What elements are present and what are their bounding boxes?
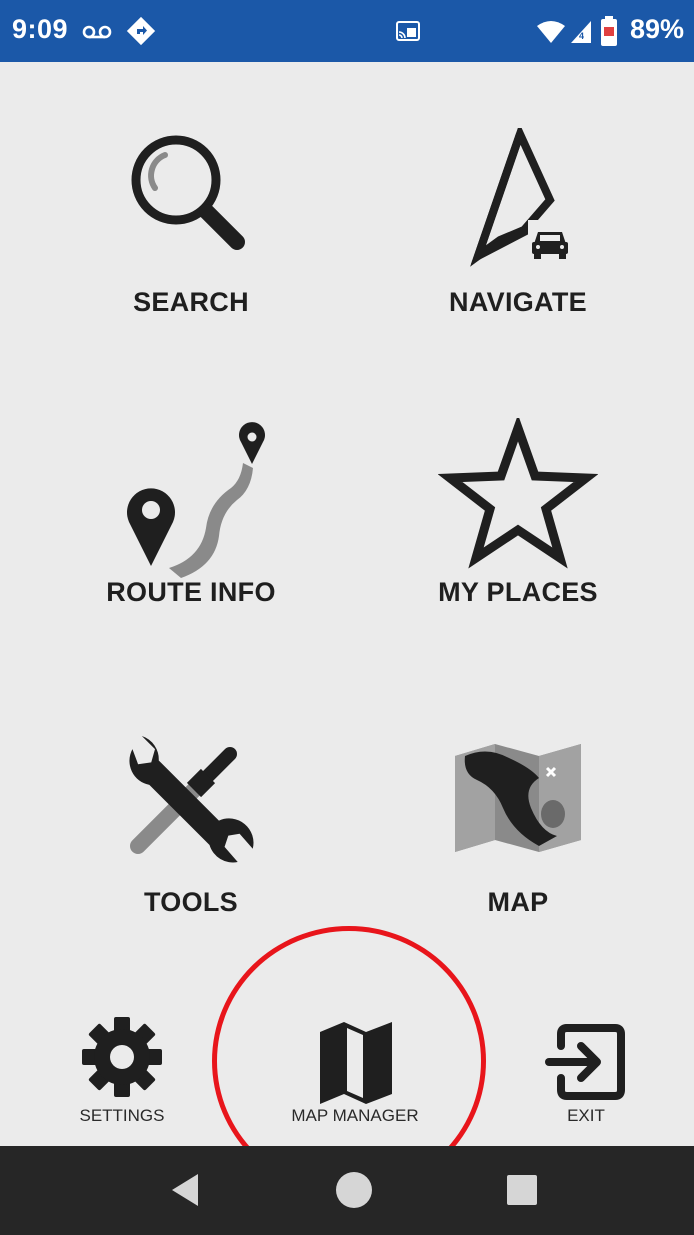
star-icon — [438, 418, 598, 569]
settings-label: SETTINGS — [79, 1106, 165, 1125]
app-screen: 9:09 4 89% SEARCH NAVIGATE ROUTE INFO MY… — [0, 0, 694, 1235]
navigation-arrow-car-icon — [470, 128, 572, 267]
cast-icon — [396, 21, 420, 41]
magnifier-icon — [131, 135, 245, 250]
my-places-tile[interactable]: MY PLACES — [368, 418, 668, 668]
map-label: MAP — [487, 887, 549, 917]
map-outline-icon — [320, 1022, 392, 1104]
svg-text:4: 4 — [579, 31, 584, 41]
battery-icon — [601, 16, 617, 46]
map-tile[interactable]: MAP — [368, 728, 668, 978]
cell-signal-icon: 4 — [571, 21, 591, 43]
home-icon[interactable] — [326, 1164, 382, 1216]
exit-icon — [545, 1024, 625, 1100]
tools-tile[interactable]: TOOLS — [41, 728, 341, 978]
tools-label: TOOLS — [143, 887, 238, 917]
route-info-label: ROUTE INFO — [106, 577, 276, 607]
search-tile[interactable]: SEARCH — [41, 128, 341, 378]
search-label: SEARCH — [133, 287, 249, 317]
navigate-label: NAVIGATE — [449, 287, 587, 317]
voicemail-icon — [82, 25, 112, 39]
status-bar: 9:09 4 89% — [0, 0, 694, 62]
my-places-label: MY PLACES — [438, 577, 598, 607]
system-nav-bar — [0, 1146, 694, 1235]
back-icon[interactable] — [158, 1164, 214, 1216]
battery-percentage: 89% — [629, 14, 684, 44]
map-manager-button[interactable]: MAP MANAGER — [255, 1000, 455, 1130]
settings-button[interactable]: SETTINGS — [22, 1000, 222, 1130]
wifi-icon — [537, 21, 565, 43]
wrench-screwdriver-icon — [129, 736, 254, 863]
navigate-tile[interactable]: NAVIGATE — [368, 128, 668, 378]
route-pins-icon — [127, 422, 265, 578]
recents-icon[interactable] — [494, 1164, 550, 1216]
exit-button[interactable]: EXIT — [486, 1000, 686, 1130]
gear-icon — [82, 1017, 162, 1097]
map-manager-label: MAP MANAGER — [291, 1106, 419, 1125]
exit-label: EXIT — [567, 1106, 605, 1125]
status-time: 9:09 — [12, 14, 69, 44]
navigation-app-icon — [126, 16, 156, 46]
route-info-tile[interactable]: ROUTE INFO — [41, 418, 341, 668]
folded-map-icon — [455, 744, 581, 852]
